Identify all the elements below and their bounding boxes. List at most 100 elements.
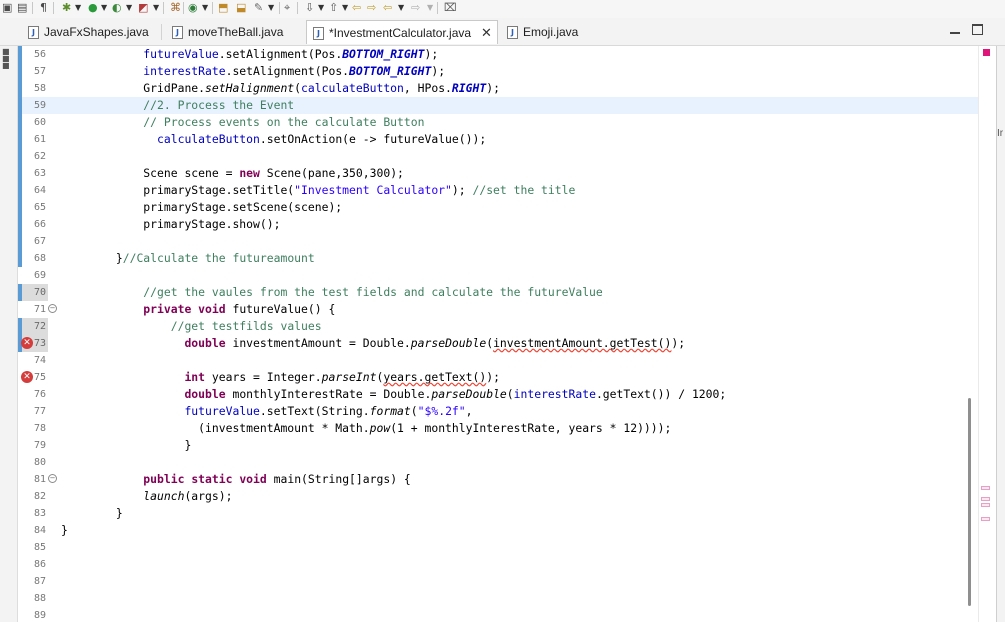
code-line[interactable]: 80 <box>18 454 978 471</box>
code-line[interactable]: 78 (investmentAmount * Math.pow(1 + mont… <box>18 420 978 437</box>
line-number: 84 <box>33 525 46 536</box>
occurrence-overview-marker[interactable] <box>981 503 990 507</box>
search-icon[interactable]: ✎ <box>254 1 263 15</box>
open-task-icon[interactable]: ⬓ <box>236 1 246 15</box>
open-type-icon[interactable]: ⬒ <box>218 1 228 15</box>
code-line[interactable]: 85 <box>18 539 978 556</box>
code-content: Scene scene = new Scene(pane,350,300); <box>61 165 404 182</box>
minimize-icon[interactable] <box>950 24 960 34</box>
code-line[interactable]: 82 launch(args); <box>18 488 978 505</box>
code-line[interactable]: 71− private void futureValue() { <box>18 301 978 318</box>
code-line[interactable]: 83 } <box>18 505 978 522</box>
code-line[interactable]: 76 double monthlyInterestRate = Double.p… <box>18 386 978 403</box>
code-line[interactable]: 81− public static void main(String[]args… <box>18 471 978 488</box>
code-text: ); <box>486 370 500 384</box>
maximize-icon[interactable] <box>972 24 983 35</box>
paragraph-icon[interactable]: ¶ <box>40 1 47 15</box>
debug-dropdown-icon[interactable]: ▼ <box>75 1 81 15</box>
fold-toggle-icon[interactable]: − <box>48 304 57 313</box>
tab-investmentcalculator[interactable]: J *InvestmentCalculator.java ✕ <box>306 20 498 44</box>
fold-toggle-icon[interactable]: − <box>48 474 57 483</box>
line-number: 69 <box>33 270 46 281</box>
code-line[interactable]: 89 <box>18 607 978 622</box>
run-dropdown-icon[interactable]: ▼ <box>101 1 107 15</box>
error-marker-icon[interactable]: ✕ <box>21 371 33 383</box>
code-line[interactable]: 66 primaryStage.show(); <box>18 216 978 233</box>
tab-emoji[interactable]: J Emoji.java <box>507 20 597 44</box>
back-icon[interactable]: ⇨ <box>367 1 376 15</box>
restore-view-icon[interactable]: ■ ■ ■ <box>2 48 12 70</box>
code-content: // Process events on the calculate Butto… <box>61 114 424 131</box>
line-number: 79 <box>33 440 46 451</box>
run-icon[interactable]: ● <box>88 1 98 15</box>
code-content: private void futureValue() { <box>61 301 335 318</box>
tab-movetheball[interactable]: J moveTheBall.java <box>172 20 302 44</box>
code-line[interactable]: 70 //get the vaules from the test fields… <box>18 284 978 301</box>
toggle-mark-occurrences-icon[interactable]: ⌖ <box>284 1 290 15</box>
code-line[interactable]: 72 //get testfilds values <box>18 318 978 335</box>
next-annotation-dropdown-icon[interactable]: ▼ <box>318 1 324 15</box>
code-text: ); <box>424 47 439 61</box>
occurrence-overview-marker[interactable] <box>981 517 990 521</box>
new-java-project-icon[interactable]: ▣ <box>2 1 12 15</box>
error-marker-icon[interactable]: ✕ <box>21 337 33 349</box>
back-dropdown-icon[interactable]: ▼ <box>398 1 404 15</box>
code-line[interactable]: 79 } <box>18 437 978 454</box>
code-line[interactable]: 67 <box>18 233 978 250</box>
code-line[interactable]: 69 <box>18 267 978 284</box>
pin-editor-icon[interactable]: ⌧ <box>444 1 457 15</box>
code-line[interactable]: 58 GridPane.setHalignment(calculateButto… <box>18 80 978 97</box>
code-line[interactable]: 88 <box>18 590 978 607</box>
outline-icon[interactable]: ▤ <box>17 1 27 15</box>
code-line[interactable]: 75 ✕ int years = Integer.parseInt(years.g… <box>18 369 978 386</box>
code-line[interactable]: 63 Scene scene = new Scene(pane,350,300)… <box>18 165 978 182</box>
occurrence-overview-marker[interactable] <box>981 497 990 501</box>
last-edit-location-icon[interactable]: ⇦ <box>352 1 361 15</box>
occurrence-overview-marker[interactable] <box>981 486 990 490</box>
line-number: 67 <box>33 236 46 247</box>
code-line[interactable]: 61 calculateButton.setOnAction(e -> futu… <box>18 131 978 148</box>
vertical-scrollbar-thumb[interactable] <box>968 398 971 606</box>
code-line[interactable]: 73 ✕ double investmentAmount = Double.par… <box>18 335 978 352</box>
tab-javafxshapes[interactable]: J JavaFxShapes.java <box>28 20 178 44</box>
external-tools-dropdown-icon[interactable]: ▼ <box>153 1 159 15</box>
previous-annotation-icon[interactable]: ⇧ <box>329 1 338 15</box>
code-line[interactable]: 64 primaryStage.setTitle("Investment Cal… <box>18 182 978 199</box>
code-line[interactable]: 57 interestRate.setAlignment(Pos.BOTTOM_… <box>18 63 978 80</box>
back-history-icon[interactable]: ⇦ <box>383 1 392 15</box>
new-java-class-icon[interactable]: ◉ <box>188 1 198 15</box>
overview-ruler[interactable] <box>978 46 996 622</box>
code-line[interactable]: 56 futureValue.setAlignment(Pos.BOTTOM_R… <box>18 46 978 63</box>
debug-icon[interactable]: ✱ <box>62 1 71 15</box>
code-content: futureValue.setText(String.format("$%.2f… <box>61 403 472 420</box>
new-class-dropdown-icon[interactable]: ▼ <box>202 1 208 15</box>
coverage-dropdown-icon[interactable]: ▼ <box>126 1 132 15</box>
code-line[interactable]: 68 }//Calculate the futureamount <box>18 250 978 267</box>
line-number: 60 <box>33 117 46 128</box>
previous-annotation-dropdown-icon[interactable]: ▼ <box>342 1 348 15</box>
code-line[interactable]: 74 <box>18 352 978 369</box>
new-java-package-icon[interactable]: ⌘ <box>170 1 181 15</box>
code-editor[interactable]: 56 futureValue.setAlignment(Pos.BOTTOM_R… <box>18 46 978 622</box>
toolbar-separator <box>297 2 298 14</box>
code-line[interactable]: 62 <box>18 148 978 165</box>
toolbar-separator <box>183 2 184 14</box>
coverage-icon[interactable]: ◐ <box>112 1 122 15</box>
code-line[interactable]: 60 // Process events on the calculate Bu… <box>18 114 978 131</box>
code-line[interactable]: 59 //2. Process the Event <box>18 97 978 114</box>
next-annotation-icon[interactable]: ⇩ <box>305 1 314 15</box>
forward-icon[interactable]: ⇨ <box>411 1 420 15</box>
error-overview-marker[interactable] <box>983 49 990 56</box>
close-tab-icon[interactable]: ✕ <box>481 21 492 45</box>
search-dropdown-icon[interactable]: ▼ <box>268 1 274 15</box>
code-line[interactable]: 86 <box>18 556 978 573</box>
code-line[interactable]: 84} <box>18 522 978 539</box>
code-line[interactable]: 87 <box>18 573 978 590</box>
forward-dropdown-icon[interactable]: ▼ <box>427 1 433 15</box>
external-tools-icon[interactable]: ◩ <box>138 1 148 15</box>
code-line[interactable]: 77 futureValue.setText(String.format("$%… <box>18 403 978 420</box>
code-line[interactable]: 65 primaryStage.setScene(scene); <box>18 199 978 216</box>
